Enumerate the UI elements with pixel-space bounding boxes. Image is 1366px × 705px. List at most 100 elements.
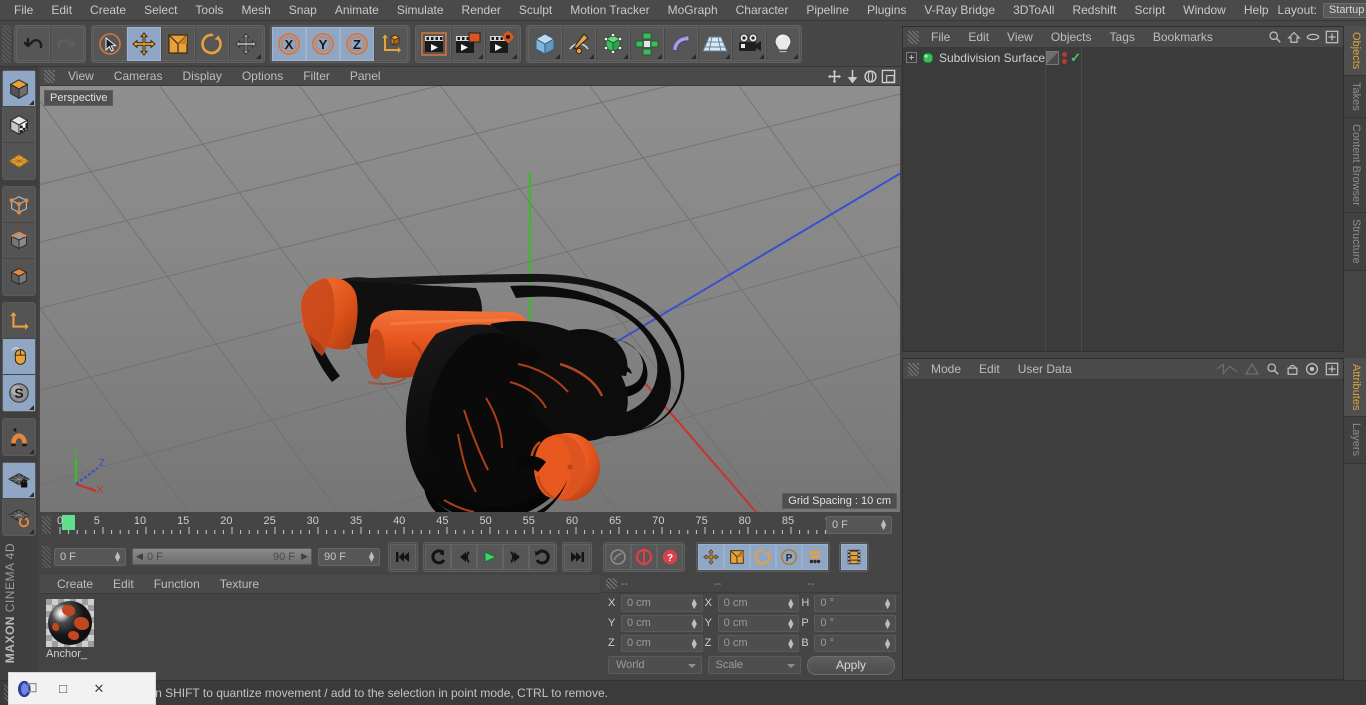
menu-item-file[interactable]: File bbox=[5, 0, 42, 21]
coordinate-system-dropdown[interactable]: World bbox=[608, 656, 702, 674]
viewport-menu-options[interactable]: Options bbox=[232, 67, 293, 86]
menu-item-pipeline[interactable]: Pipeline bbox=[797, 0, 858, 21]
menu-item-sculpt[interactable]: Sculpt bbox=[510, 0, 561, 21]
add-deformer-button[interactable] bbox=[664, 26, 698, 61]
menu-item-tools[interactable]: Tools bbox=[186, 0, 232, 21]
material-list[interactable]: Anchor_ bbox=[40, 594, 600, 660]
edges-mode-button[interactable] bbox=[3, 223, 35, 259]
anchor-material-tag[interactable] bbox=[1046, 50, 1060, 65]
add-camera-button[interactable] bbox=[732, 26, 766, 61]
coord-field-pos-y[interactable]: 0 cm ▲ ▼ bbox=[621, 614, 703, 632]
material-menu-function[interactable]: Function bbox=[144, 575, 210, 594]
enable-axis-button[interactable] bbox=[3, 303, 35, 339]
record-active-objects-button[interactable] bbox=[605, 543, 631, 570]
menu-item-redshift[interactable]: Redshift bbox=[1063, 0, 1125, 21]
menu-item-script[interactable]: Script bbox=[1125, 0, 1174, 21]
attributes-content[interactable] bbox=[903, 380, 1343, 679]
restore-button[interactable]: □ bbox=[45, 672, 81, 705]
menu-item-animate[interactable]: Animate bbox=[326, 0, 388, 21]
menu-item-simulate[interactable]: Simulate bbox=[388, 0, 453, 21]
tab-objects[interactable]: Objects bbox=[1344, 26, 1366, 77]
go-to-end-button[interactable] bbox=[564, 543, 590, 570]
menu-item-render[interactable]: Render bbox=[453, 0, 510, 21]
material-menu-create[interactable]: Create bbox=[47, 575, 103, 594]
search-icon[interactable] bbox=[1266, 362, 1280, 376]
next-frame-button[interactable] bbox=[503, 543, 529, 570]
spinner-icon[interactable]: ▲ ▼ bbox=[367, 549, 376, 563]
timeline-filmstrip-button[interactable] bbox=[841, 543, 867, 570]
viewport-menu-filter[interactable]: Filter bbox=[293, 67, 340, 86]
close-button[interactable]: ✕ bbox=[81, 672, 117, 705]
object-tag-group[interactable]: ✓ bbox=[1046, 48, 1081, 67]
move-tool[interactable] bbox=[127, 26, 161, 61]
spinner-icon[interactable]: ▲ ▼ bbox=[113, 549, 122, 563]
interpolation-icon[interactable] bbox=[1216, 362, 1238, 376]
toolbar-grip[interactable] bbox=[2, 24, 11, 63]
spinner-icon[interactable]: ▲ ▼ bbox=[883, 596, 892, 610]
key-position-button[interactable] bbox=[698, 543, 724, 570]
attributes-menu-edit[interactable]: Edit bbox=[970, 359, 1009, 380]
menu-item-create[interactable]: Create bbox=[81, 0, 135, 21]
menu-item-mograph[interactable]: MoGraph bbox=[659, 0, 727, 21]
object-menu-grip[interactable] bbox=[908, 30, 919, 44]
attributes-menu-grip[interactable] bbox=[908, 362, 919, 376]
coord-field-size-x[interactable]: 0 cm ▲ ▼ bbox=[717, 594, 800, 612]
texture-mode-button[interactable] bbox=[3, 107, 35, 143]
floating-window[interactable]: □ ✕ bbox=[8, 672, 156, 705]
add-layer-icon[interactable] bbox=[1325, 30, 1339, 44]
loop-button[interactable] bbox=[529, 543, 555, 570]
coord-field-rot-b[interactable]: 0 ° ▲ ▼ bbox=[814, 634, 897, 652]
polygons-mode-button[interactable] bbox=[3, 259, 35, 295]
go-to-start-button[interactable] bbox=[390, 543, 416, 570]
spinner-icon[interactable]: ▲ ▼ bbox=[883, 616, 892, 630]
menu-item-3dtoall[interactable]: 3DToAll bbox=[1004, 0, 1063, 21]
object-row-subdivision-surface[interactable]: Subdivision Surface bbox=[903, 48, 1045, 67]
material-menu-texture[interactable]: Texture bbox=[210, 575, 269, 594]
menu-item-motion-tracker[interactable]: Motion Tracker bbox=[561, 0, 658, 21]
home-icon[interactable] bbox=[1287, 30, 1301, 44]
coord-field-size-z[interactable]: 0 cm ▲ ▼ bbox=[717, 634, 800, 652]
spinner-icon[interactable]: ▲ ▼ bbox=[786, 596, 795, 610]
add-array-button[interactable] bbox=[630, 26, 664, 61]
menu-item-help[interactable]: Help bbox=[1235, 0, 1278, 21]
redo-button[interactable] bbox=[50, 26, 84, 61]
rotate-tool[interactable] bbox=[195, 26, 229, 61]
viewport-menu-panel[interactable]: Panel bbox=[340, 67, 391, 86]
menu-item-mesh[interactable]: Mesh bbox=[232, 0, 279, 21]
range-left-arrow-icon[interactable]: ◀ bbox=[136, 551, 143, 562]
play-button[interactable] bbox=[477, 543, 503, 570]
viewport-menu-display[interactable]: Display bbox=[172, 67, 231, 86]
coord-field-rot-h[interactable]: 0 ° ▲ ▼ bbox=[814, 594, 897, 612]
layout-select[interactable]: Startup bbox=[1322, 2, 1366, 18]
workplane-mode-button[interactable] bbox=[3, 143, 35, 179]
material-item[interactable]: Anchor_ bbox=[46, 599, 100, 660]
menu-item-plugins[interactable]: Plugins bbox=[858, 0, 915, 21]
autokeying-button[interactable] bbox=[631, 543, 657, 570]
key-scale-button[interactable] bbox=[724, 543, 750, 570]
key-parameter-button[interactable]: P bbox=[776, 543, 802, 570]
tab-content-browser[interactable]: Content Browser bbox=[1344, 118, 1366, 213]
key-pla-button[interactable] bbox=[802, 543, 828, 570]
viewport-3d[interactable]: Perspective Grid Spacing : 10 cm Y X Z bbox=[40, 86, 900, 512]
spinner-icon[interactable]: ▲ ▼ bbox=[883, 636, 892, 650]
spinner-icon[interactable]: ▲ ▼ bbox=[690, 596, 699, 610]
timeline-grip[interactable] bbox=[42, 516, 51, 534]
pan-icon[interactable] bbox=[827, 69, 842, 84]
viewport-menu-view[interactable]: View bbox=[58, 67, 104, 86]
object-tree[interactable]: Subdivision Surface ✓ bbox=[903, 48, 1343, 351]
menu-item-select[interactable]: Select bbox=[135, 0, 186, 21]
tab-structure[interactable]: Structure bbox=[1344, 212, 1366, 271]
target-icon[interactable] bbox=[1305, 362, 1319, 376]
object-menu-bookmarks[interactable]: Bookmarks bbox=[1144, 27, 1222, 48]
ellipse-icon[interactable] bbox=[1306, 32, 1320, 42]
soft-selection-button[interactable]: S bbox=[3, 375, 35, 411]
coord-field-size-y[interactable]: 0 cm ▲ ▼ bbox=[717, 614, 800, 632]
model-mode-button[interactable] bbox=[3, 71, 35, 107]
add-icon[interactable] bbox=[1325, 362, 1339, 376]
transform-tool[interactable] bbox=[229, 26, 263, 61]
select-tool[interactable] bbox=[93, 26, 127, 61]
coordinate-system-button[interactable] bbox=[374, 26, 408, 61]
viewport-menu-cameras[interactable]: Cameras bbox=[104, 67, 173, 86]
coord-field-pos-z[interactable]: 0 cm ▲ ▼ bbox=[621, 634, 703, 652]
material-menu-edit[interactable]: Edit bbox=[103, 575, 144, 594]
